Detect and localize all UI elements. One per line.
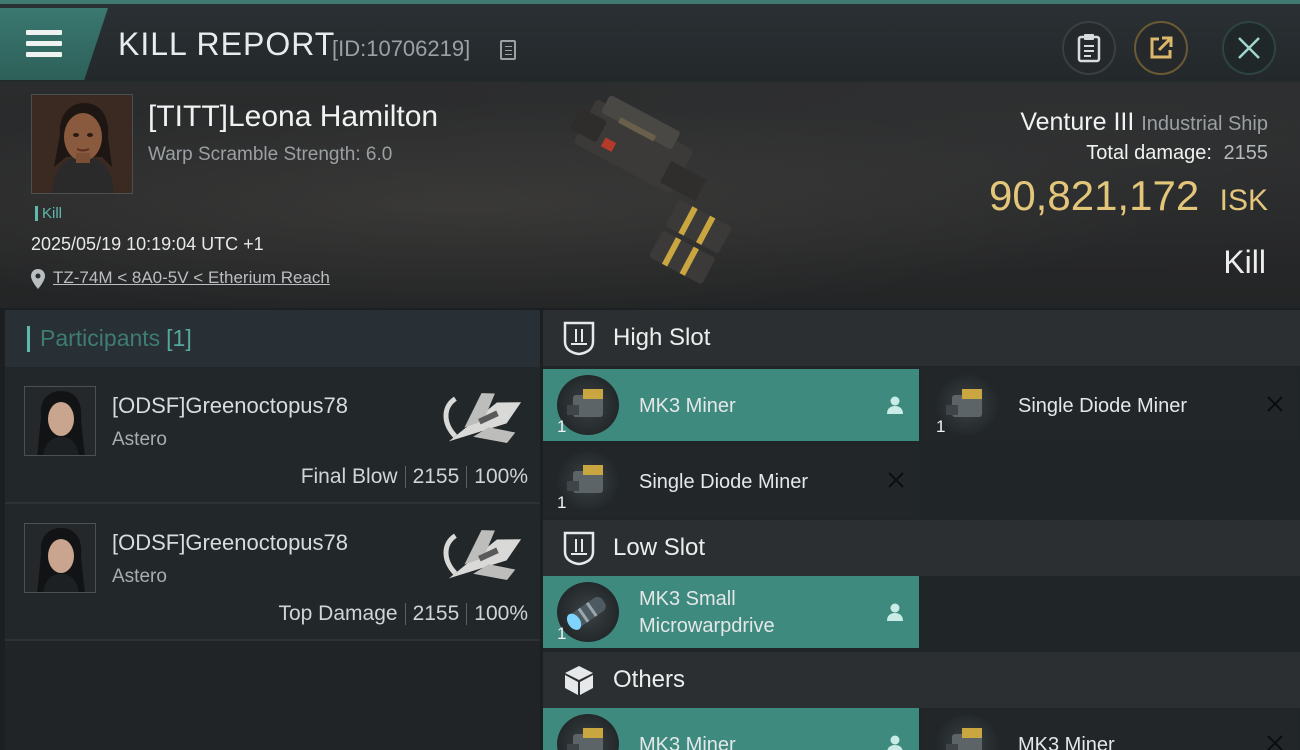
participant-ship: Astero (112, 429, 167, 450)
isk-unit: ISK (1219, 184, 1268, 217)
module-card[interactable]: 1 Single Diode Miner (543, 445, 919, 517)
module-card[interactable]: 1 MK3 Miner (543, 369, 919, 441)
ship-class: Industrial Ship (1141, 113, 1268, 135)
module-name: MK3 Miner (639, 395, 736, 417)
close-icon (1238, 37, 1260, 59)
module-card[interactable]: MK3 Miner (543, 708, 919, 750)
module-name: MK3 Small Microwarpdrive (639, 586, 775, 640)
ship-image (570, 95, 732, 284)
participant-stats: Top Damage 2155 100% (278, 602, 528, 626)
map-pin-icon (31, 269, 45, 289)
section-others: Others (543, 652, 1300, 708)
kill-location[interactable]: TZ-74M < 8A0-5V < Etherium Reach (31, 268, 330, 289)
location-link[interactable]: TZ-74M < 8A0-5V < Etherium Reach (53, 268, 330, 287)
victim-name[interactable]: [TITT]Leona Hamilton (148, 100, 438, 134)
participant-avatar (24, 523, 96, 593)
module-quantity: 1 (557, 624, 567, 643)
total-damage-value: 2155 (1223, 142, 1269, 164)
participant-name[interactable]: [ODSF]Greenoctopus78 (112, 530, 348, 556)
participant-ship-icon (443, 393, 522, 444)
low-slot-icon (563, 531, 595, 566)
participant-role: Top Damage (278, 602, 398, 625)
victim-portrait[interactable] (31, 94, 133, 194)
module-name: MK3 Miner (1018, 734, 1115, 750)
participant-row[interactable]: [ODSF]Greenoctopus78 Astero Final Blow 2… (5, 367, 540, 504)
participant-row[interactable]: [ODSF]Greenoctopus78 Astero Top Damage 2… (5, 504, 540, 641)
section-label: Low Slot (613, 534, 706, 561)
x-icon (1267, 396, 1283, 412)
header-accent-bar (27, 325, 30, 352)
menu-button[interactable] (0, 8, 108, 80)
kill-summary: [TITT]Leona Hamilton Warp Scramble Stren… (0, 82, 1300, 308)
person-icon (887, 603, 903, 621)
total-damage-label: Total damage: (1086, 142, 1212, 164)
kill-timestamp: 2025/05/19 10:19:04 UTC +1 (31, 234, 264, 254)
kill-tag: Kill (35, 206, 62, 221)
participant-percent: 100% (474, 602, 528, 625)
miner-icon (557, 714, 619, 750)
miner-icon (936, 714, 998, 750)
stats-divider (466, 466, 468, 488)
stats-divider (466, 603, 468, 625)
participants-label: Participants (40, 325, 161, 351)
high-slot-icon (563, 321, 595, 356)
fitting-panel: High Slot 1 MK3 Miner 1 Single Diode Min… (543, 310, 1300, 750)
ship-name: Venture III Industrial Ship (1020, 108, 1268, 137)
participant-damage: 2155 (412, 602, 460, 625)
participant-stats: Final Blow 2155 100% (301, 465, 528, 489)
close-button[interactable] (1222, 21, 1276, 75)
share-button[interactable] (1134, 21, 1188, 75)
title-bar: KILL REPORT [ID:10706219] (0, 0, 1300, 82)
participant-damage: 2155 (412, 465, 460, 488)
x-icon (888, 472, 904, 488)
isk-value: 90,821,172 ISK (989, 172, 1268, 220)
module-quantity: 1 (936, 417, 946, 436)
participants-count: [1] (166, 325, 192, 351)
module-name: Single Diode Miner (639, 471, 808, 493)
section-low-slot: Low Slot (543, 520, 1300, 576)
module-card[interactable]: MK3 Miner (922, 708, 1298, 750)
participant-ship: Astero (112, 566, 167, 587)
stats-divider (404, 466, 406, 488)
section-label: High Slot (613, 324, 711, 351)
stats-divider (404, 603, 406, 625)
person-icon (887, 735, 903, 750)
module-card[interactable]: 1 Single Diode Miner (922, 369, 1298, 441)
module-name: MK3 Miner (639, 734, 736, 750)
module-name: Single Diode Miner (1018, 395, 1187, 417)
kill-result: Kill (1223, 244, 1266, 280)
isk-amount: 90,821,172 (988, 172, 1200, 219)
hamburger-icon (26, 30, 62, 58)
warp-scramble-strength: Warp Scramble Strength: 6.0 (148, 144, 393, 165)
clipboard-button[interactable] (1062, 21, 1116, 75)
module-name-line1: MK3 Small (639, 588, 736, 610)
share-icon (1150, 36, 1173, 59)
ship-model: Venture III (1020, 108, 1135, 136)
participant-ship-icon (443, 530, 522, 581)
total-damage: Total damage: 2155 (1086, 142, 1268, 165)
participant-role: Final Blow (300, 465, 398, 488)
participant-avatar (24, 386, 96, 456)
cube-icon (565, 666, 593, 695)
participant-percent: 100% (474, 465, 528, 488)
participants-panel: Participants [1] [ODSF]Greenoctopus78 As… (5, 310, 540, 750)
participants-header[interactable]: Participants [1] (5, 310, 540, 367)
clipboard-icon (1077, 34, 1101, 63)
module-quantity: 1 (557, 493, 567, 512)
module-name-line2: Microwarpdrive (639, 615, 775, 637)
portrait-image (32, 95, 132, 193)
page-title: KILL REPORT (118, 26, 336, 62)
person-icon (887, 396, 903, 414)
module-card[interactable]: 1 MK3 Small Microwarpdrive (543, 576, 919, 648)
copy-icon[interactable] (500, 40, 516, 60)
x-icon (1267, 735, 1283, 750)
section-label: Others (613, 666, 686, 693)
participant-name[interactable]: [ODSF]Greenoctopus78 (112, 393, 348, 419)
section-high-slot: High Slot (543, 310, 1300, 366)
report-id: [ID:10706219] (332, 36, 471, 61)
module-quantity: 1 (557, 417, 567, 436)
